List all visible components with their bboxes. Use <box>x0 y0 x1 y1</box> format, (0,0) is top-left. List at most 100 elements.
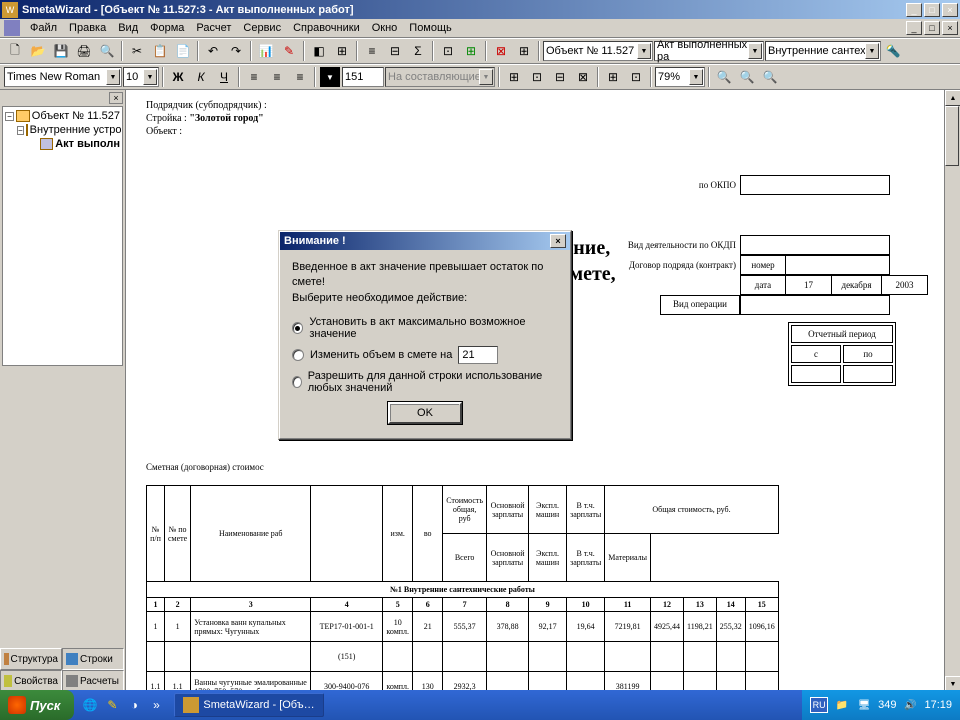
align-center-icon[interactable]: ≡ <box>266 66 288 88</box>
edit-icon[interactable]: ✎ <box>278 40 300 62</box>
menu-help[interactable]: Помощь <box>403 20 458 36</box>
ql-media-icon[interactable]: ◑ <box>124 694 144 716</box>
tab-calc[interactable]: Расчеты <box>62 670 124 692</box>
menu-window[interactable]: Окно <box>366 20 404 36</box>
tool2-icon[interactable]: ⊞ <box>331 40 353 62</box>
ok-button[interactable]: OK <box>388 402 462 424</box>
tool4-icon[interactable]: ⊟ <box>384 40 406 62</box>
grid3-icon[interactable]: ⊟ <box>549 66 571 88</box>
scrollbar-vertical[interactable]: ▲ ▼ <box>944 90 960 692</box>
mdi-icon[interactable] <box>4 20 20 36</box>
start-button[interactable]: Пуск <box>0 690 74 720</box>
zoom-fit-icon[interactable]: 🔍 <box>759 66 781 88</box>
tray-icon-3[interactable]: 🔊 <box>902 697 918 713</box>
preview-icon[interactable]: 🔍 <box>96 40 118 62</box>
redo-icon[interactable]: ↷ <box>225 40 247 62</box>
tray-icon-1[interactable]: 📁 <box>834 697 850 713</box>
tool9-icon[interactable]: ⊞ <box>513 40 535 62</box>
section-combo[interactable]: Внутренние сантехни▼ <box>765 41 881 61</box>
tree-view[interactable]: −Объект № 11.527 −Внутренние устро Акт в… <box>2 106 123 366</box>
dialog-close-icon[interactable]: × <box>550 234 566 248</box>
tab-rows[interactable]: Строки <box>62 648 124 670</box>
mdi-maximize[interactable]: □ <box>924 21 940 35</box>
size-combo[interactable]: 10▼ <box>123 67 159 87</box>
open-icon[interactable]: 📂 <box>27 40 49 62</box>
tree-root[interactable]: −Объект № 11.527 <box>5 109 120 123</box>
zoom-in-icon[interactable]: 🔍 <box>713 66 735 88</box>
new-icon[interactable]: 🗋 <box>4 40 26 62</box>
minimize-button[interactable]: _ <box>906 3 922 17</box>
num-field[interactable]: 151 <box>342 67 384 87</box>
tool8-icon[interactable]: ⊠ <box>490 40 512 62</box>
radio-option-1[interactable]: Установить в акт максимально возможное з… <box>292 316 558 340</box>
doc-combo[interactable]: Акт выполненных ра▼ <box>654 41 764 61</box>
grid2-icon[interactable]: ⊡ <box>526 66 548 88</box>
radio-option-2[interactable]: Изменить объем в смете на <box>292 346 558 364</box>
close-button[interactable]: × <box>942 3 958 17</box>
menu-file[interactable]: Файл <box>24 20 63 36</box>
tool7-icon[interactable]: ⊞ <box>460 40 482 62</box>
radio-icon[interactable] <box>292 376 302 388</box>
grid5-icon[interactable]: ⊞ <box>602 66 624 88</box>
main-table[interactable]: № п/п № по смете Наименование раб изм. в… <box>146 485 779 692</box>
menu-form[interactable]: Форма <box>144 20 190 36</box>
sidebar-close-icon[interactable]: × <box>109 92 123 104</box>
tool3-icon[interactable]: ≡ <box>361 40 383 62</box>
grid4-icon[interactable]: ⊠ <box>572 66 594 88</box>
tree-child-2[interactable]: Акт выполн <box>5 137 120 151</box>
menu-refs[interactable]: Справочники <box>287 20 366 36</box>
radio-icon[interactable] <box>292 349 304 361</box>
align-right-icon[interactable]: ≡ <box>289 66 311 88</box>
copy-icon[interactable]: 📋 <box>149 40 171 62</box>
ql-ie-icon[interactable]: 🌐 <box>80 694 100 716</box>
menu-calc[interactable]: Расчет <box>190 20 237 36</box>
grid6-icon[interactable]: ⊡ <box>625 66 647 88</box>
grid1-icon[interactable]: ⊞ <box>503 66 525 88</box>
calc-icon[interactable]: 📊 <box>255 40 277 62</box>
save-icon[interactable]: 💾 <box>50 40 72 62</box>
scroll-thumb[interactable] <box>945 106 959 166</box>
tool1-icon[interactable]: ◧ <box>308 40 330 62</box>
font-combo[interactable]: Times New Roman▼ <box>4 67 122 87</box>
taskbar-app-button[interactable]: SmetaWizard - [Объ… <box>174 693 324 717</box>
object-combo[interactable]: Объект № 11.527▼ <box>543 41 653 61</box>
print-icon[interactable]: 🖨 <box>73 40 95 62</box>
props-icon <box>4 675 12 687</box>
mdi-minimize[interactable]: _ <box>906 21 922 35</box>
system-tray[interactable]: RU 📁 🖥 349 🔊 17:19 <box>802 690 960 720</box>
ql-more[interactable]: » <box>146 694 166 716</box>
mdi-close[interactable]: × <box>942 21 958 35</box>
tool5-icon[interactable]: Σ <box>407 40 429 62</box>
table-row[interactable]: 1.11.1Ванны чугунные эмалированные 1700х… <box>147 672 779 693</box>
align-left-icon[interactable]: ≡ <box>243 66 265 88</box>
underline-button[interactable]: Ч <box>213 66 235 88</box>
clock[interactable]: 17:19 <box>924 699 952 711</box>
dialog-titlebar[interactable]: Внимание ! × <box>280 232 570 250</box>
table-row[interactable]: (151) <box>147 642 779 672</box>
tab-props[interactable]: Свойства <box>0 670 62 692</box>
cut-icon[interactable]: ✂ <box>126 40 148 62</box>
tool6-icon[interactable]: ⊡ <box>437 40 459 62</box>
table-row[interactable]: 11Установка ванн купальных прямых: Чугун… <box>147 612 779 642</box>
lang-indicator[interactable]: RU <box>810 697 828 713</box>
menu-service[interactable]: Сервис <box>237 20 287 36</box>
zoom-out-icon[interactable]: 🔍 <box>736 66 758 88</box>
scroll-up-icon[interactable]: ▲ <box>945 90 960 106</box>
italic-button[interactable]: К <box>190 66 212 88</box>
bold-button[interactable]: Ж <box>167 66 189 88</box>
search-icon[interactable]: 🔦 <box>882 40 904 62</box>
tree-child-1[interactable]: −Внутренние устро <box>5 123 120 137</box>
tray-icon-2[interactable]: 🖥 <box>856 697 872 713</box>
volume-input[interactable] <box>458 346 498 364</box>
undo-icon[interactable]: ↶ <box>202 40 224 62</box>
radio-option-3[interactable]: Разрешить для данной строки использовани… <box>292 370 558 394</box>
paste-icon[interactable]: 📄 <box>172 40 194 62</box>
zoom-combo[interactable]: 79%▼ <box>655 67 705 87</box>
radio-icon[interactable] <box>292 322 303 334</box>
tab-structure[interactable]: Структура <box>0 648 62 670</box>
menu-edit[interactable]: Правка <box>63 20 112 36</box>
menu-view[interactable]: Вид <box>112 20 144 36</box>
ql-desktop-icon[interactable]: ✎ <box>102 694 122 716</box>
maximize-button[interactable]: □ <box>924 3 940 17</box>
dropdown-icon[interactable]: ▼ <box>319 66 341 88</box>
